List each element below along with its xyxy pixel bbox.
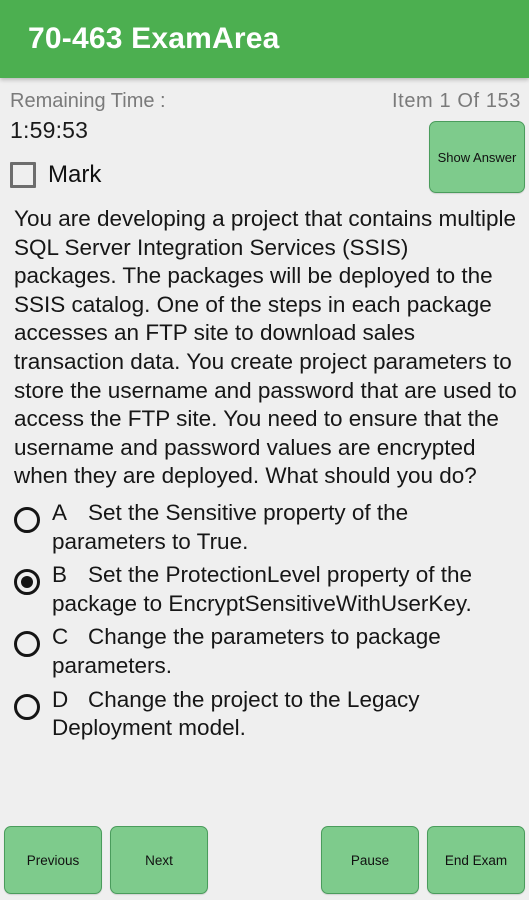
answer-option-a-text: A Set the Sensitive property of the param…: [52, 499, 519, 556]
answer-option-b-text: B Set the ProtectionLevel property of the…: [52, 561, 519, 618]
answer-option-c[interactable]: C Change the parameters to package parame…: [14, 623, 519, 680]
mark-checkbox[interactable]: [10, 162, 36, 188]
end-exam-button[interactable]: End Exam: [427, 826, 525, 894]
mark-question-row[interactable]: Mark: [10, 161, 101, 189]
answer-option-a[interactable]: A Set the Sensitive property of the param…: [14, 499, 519, 556]
answer-option-a-letter: A: [52, 499, 68, 525]
status-row: Remaining Time : Item 1 Of 153: [0, 78, 529, 113]
countdown-timer: 1:59:53: [10, 117, 89, 143]
answer-option-c-letter: C: [52, 624, 69, 650]
next-button[interactable]: Next: [110, 826, 208, 894]
remaining-time-label: Remaining Time :: [10, 90, 166, 112]
show-answer-button[interactable]: Show Answer: [429, 121, 525, 193]
answer-option-d-text: D Change the project to the Legacy Deploy…: [52, 686, 519, 743]
answer-option-d-body: Change the project to the Legacy Deploym…: [52, 686, 420, 741]
answer-option-a-body: Set the Sensitive property of the parame…: [52, 499, 409, 554]
answer-option-b-body: Set the ProtectionLevel property of the …: [52, 562, 472, 616]
bottom-navigation-bar: Previous Next Pause End Exam: [0, 820, 529, 900]
answer-options-list: A Set the Sensitive property of the param…: [0, 499, 529, 748]
answer-option-c-body: Change the parameters to package paramet…: [52, 624, 441, 678]
exam-app-screen: 70-463 ExamArea Remaining Time : Item 1 …: [0, 0, 529, 900]
previous-button[interactable]: Previous: [4, 826, 102, 894]
radio-button-c[interactable]: [14, 631, 40, 658]
answer-option-b[interactable]: B Set the ProtectionLevel property of the…: [14, 561, 519, 618]
radio-button-b[interactable]: [14, 569, 40, 596]
app-header-bar: 70-463 ExamArea: [0, 0, 529, 78]
nav-button-group-left: Previous Next: [4, 826, 208, 894]
item-counter: Item 1 Of 153: [392, 90, 521, 112]
mark-label: Mark: [48, 161, 102, 188]
pause-button[interactable]: Pause: [321, 826, 419, 894]
answer-option-d[interactable]: D Change the project to the Legacy Deploy…: [14, 686, 519, 743]
nav-button-group-right: Pause End Exam: [321, 826, 525, 894]
radio-button-d[interactable]: [14, 693, 40, 720]
timer-and-controls-zone: 1:59:53 Mark Show Answer: [0, 113, 529, 205]
app-title: 70-463 ExamArea: [28, 22, 280, 55]
question-text: You are developing a project that contai…: [14, 206, 517, 489]
answer-option-b-letter: B: [52, 562, 68, 588]
answer-option-c-text: C Change the parameters to package parame…: [52, 623, 519, 680]
answer-option-d-letter: D: [52, 686, 69, 712]
radio-button-a[interactable]: [14, 506, 40, 533]
